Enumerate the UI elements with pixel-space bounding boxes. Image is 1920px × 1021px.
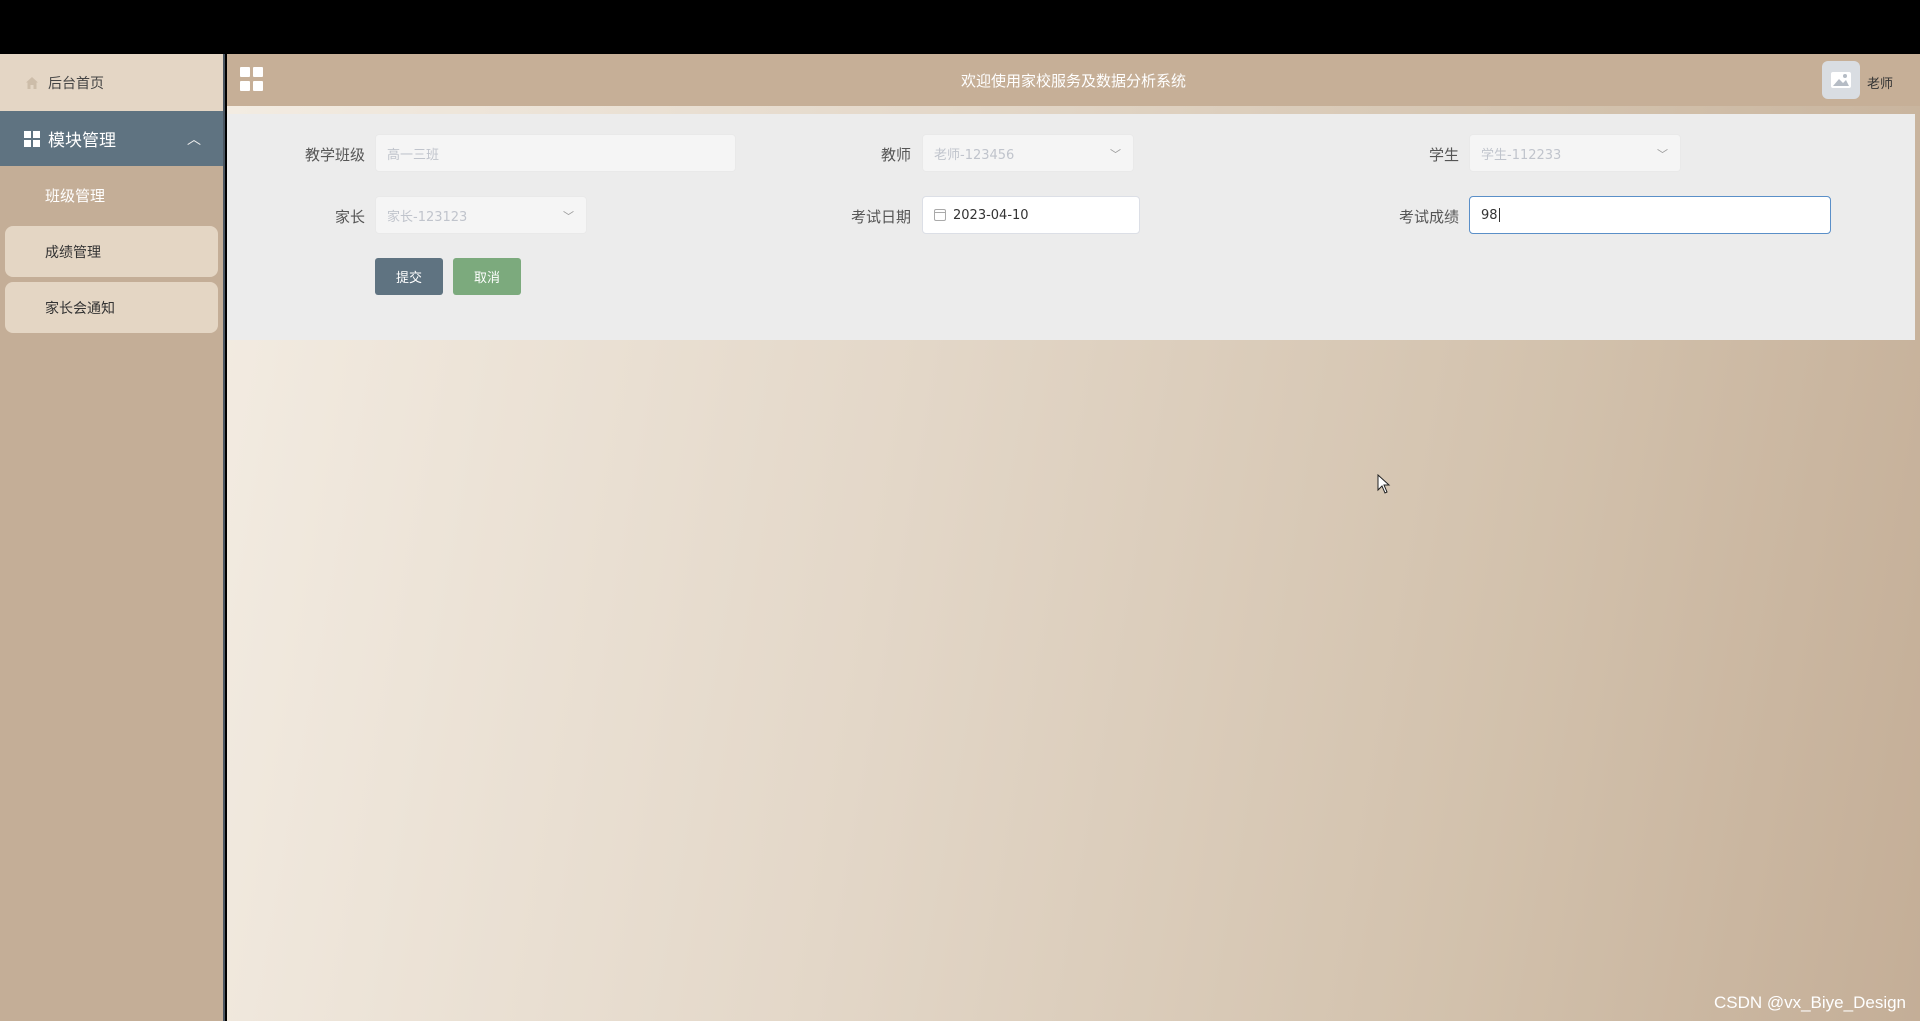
watermark: CSDN @vx_Biye_Design xyxy=(1713,993,1906,1012)
teacher-value: 老师-123456 xyxy=(934,147,1015,163)
sidebar-module-label: 模块管理 xyxy=(48,131,116,151)
avatar[interactable] xyxy=(1822,61,1860,99)
submit-label: 提交 xyxy=(395,271,422,286)
class-label: 教学班级 xyxy=(304,146,365,164)
score-label: 考试成绩 xyxy=(1398,208,1459,226)
mouse-cursor-icon xyxy=(1377,474,1391,494)
chevron-down-icon: ﹀ xyxy=(563,210,574,223)
sidebar-home-label: 后台首页 xyxy=(48,75,104,92)
score-value: 98 xyxy=(1481,207,1498,223)
submit-button[interactable]: 提交 xyxy=(375,258,443,295)
class-field: 高一三班 xyxy=(375,134,736,172)
main-content: 教学班级 高一三班 教师 老师-123456 ﹀ 学生 学生-112233 ﹀ … xyxy=(227,106,1920,1021)
header: 欢迎使用家校服务及数据分析系统 老师 xyxy=(227,54,1920,106)
page-title: 欢迎使用家校服务及数据分析系统 xyxy=(960,72,1186,90)
sidebar-item-label: 班级管理 xyxy=(45,187,106,205)
calendar-icon xyxy=(934,209,946,221)
parent-select[interactable]: 家长-123123 ﹀ xyxy=(375,196,587,234)
text-caret xyxy=(1498,208,1500,222)
home-icon xyxy=(26,76,38,89)
exam-date-value: 2023-04-10 xyxy=(953,207,1029,223)
cancel-label: 取消 xyxy=(473,271,500,286)
exam-date-input[interactable]: 2023-04-10 xyxy=(922,196,1140,234)
cancel-button[interactable]: 取消 xyxy=(453,258,521,295)
top-black-bar xyxy=(0,0,1920,54)
student-select[interactable]: 学生-112233 ﹀ xyxy=(1469,134,1681,172)
sidebar-home[interactable]: 后台首页 xyxy=(0,54,223,111)
parent-value: 家长-123123 xyxy=(387,209,468,225)
grid-icon xyxy=(24,130,40,147)
date-label: 考试日期 xyxy=(850,208,911,226)
chevron-up-icon: ︿ xyxy=(187,132,201,148)
teacher-select[interactable]: 老师-123456 ﹀ xyxy=(922,134,1134,172)
sidebar-item-parent-meeting[interactable]: 家长会通知 xyxy=(5,282,218,333)
user-name[interactable]: 老师 xyxy=(1867,73,1893,92)
sidebar-menu: 班级管理 成绩管理 家长会通知 xyxy=(0,166,223,342)
edit-form: 教学班级 高一三班 教师 老师-123456 ﹀ 学生 学生-112233 ﹀ … xyxy=(227,114,1915,340)
sidebar-item-label: 成绩管理 xyxy=(45,244,101,261)
score-input[interactable]: 98 xyxy=(1469,196,1831,234)
image-icon xyxy=(1831,72,1851,88)
teacher-label: 教师 xyxy=(880,146,911,164)
sidebar-item-class[interactable]: 班级管理 xyxy=(5,170,218,221)
sidebar-item-scores[interactable]: 成绩管理 xyxy=(5,226,218,277)
student-label: 学生 xyxy=(1428,146,1459,164)
class-value: 高一三班 xyxy=(387,147,440,163)
sidebar-module-header[interactable]: 模块管理 ︿ xyxy=(0,111,223,166)
chevron-down-icon: ﹀ xyxy=(1110,148,1121,161)
parent-label: 家长 xyxy=(334,208,365,226)
sidebar: 后台首页 模块管理 ︿ 班级管理 成绩管理 家长会通知 xyxy=(0,54,225,1021)
chevron-down-icon: ﹀ xyxy=(1657,148,1668,161)
sidebar-item-label: 家长会通知 xyxy=(45,300,115,317)
student-value: 学生-112233 xyxy=(1481,147,1562,163)
